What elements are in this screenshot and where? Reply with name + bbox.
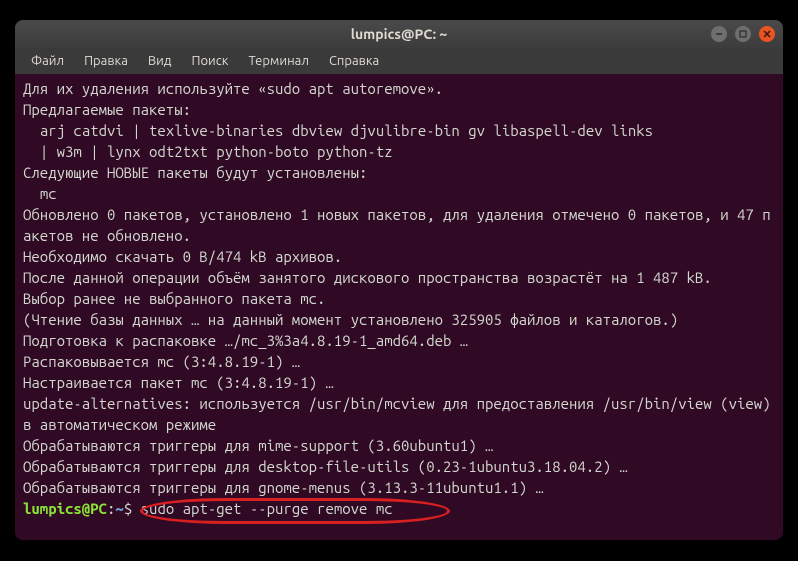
prompt-dollar: $ [124, 500, 132, 517]
window-title: lumpics@PC: ~ [351, 26, 448, 42]
menu-edit[interactable]: Правка [76, 50, 136, 72]
output-line: | w3m | lynx odt2txt python-boto python-… [23, 141, 775, 162]
output-line: Обновлено 0 пакетов, установлено 1 новых… [23, 204, 775, 246]
output-line: Обрабатываются триггеры для mime-support… [23, 435, 775, 456]
output-line: Обрабатываются триггеры для gnome-menus … [23, 477, 775, 498]
command-input[interactable]: sudo apt-get --purge remove mc [141, 500, 393, 517]
menu-view[interactable]: Вид [140, 50, 180, 72]
menu-terminal[interactable]: Терминал [240, 50, 316, 72]
output-line: Необходимо скачать 0 B/474 kB архивов. [23, 246, 775, 267]
output-line: Распаковывается mc (3:4.8.19-1) … [23, 351, 775, 372]
output-line: После данной операции объём занятого дис… [23, 267, 775, 288]
prompt-line: lumpics@PC:~$ sudo apt-get --purge remov… [23, 500, 393, 517]
close-button[interactable] [759, 26, 775, 42]
output-line: Обрабатываются триггеры для desktop-file… [23, 456, 775, 477]
terminal-body[interactable]: Для их удаления используйте «sudo apt au… [15, 74, 783, 540]
output-line: update-alternatives: используется /usr/b… [23, 393, 775, 435]
output-line: Подготовка к распаковке …/mc_3%3a4.8.19-… [23, 330, 775, 351]
titlebar: lumpics@PC: ~ [15, 20, 783, 48]
menubar: Файл Правка Вид Поиск Терминал Справка [15, 48, 783, 74]
menu-help[interactable]: Справка [321, 50, 387, 72]
maximize-button[interactable] [735, 26, 751, 42]
output-line: Выбор ранее не выбранного пакета mc. [23, 288, 775, 309]
prompt-path: ~ [115, 500, 123, 517]
output-line: Для их удаления используйте «sudo apt au… [23, 78, 775, 99]
output-line: Предлагаемые пакеты: [23, 99, 775, 120]
minimize-button[interactable] [711, 26, 727, 42]
output-line: Следующие НОВЫЕ пакеты будут установлены… [23, 162, 775, 183]
prompt-user-host: lumpics@PC [23, 500, 107, 517]
terminal-window: lumpics@PC: ~ Файл Правка Вид Поиск Терм… [15, 20, 783, 540]
output-line: Настраивается пакет mc (3:4.8.19-1) … [23, 372, 775, 393]
output-line: (Чтение базы данных … на данный момент у… [23, 309, 775, 330]
window-controls [711, 26, 775, 42]
menu-file[interactable]: Файл [23, 50, 72, 72]
output-line: mc [23, 183, 775, 204]
menu-search[interactable]: Поиск [183, 50, 236, 72]
output-line: arj catdvi | texlive-binaries dbview djv… [23, 120, 775, 141]
